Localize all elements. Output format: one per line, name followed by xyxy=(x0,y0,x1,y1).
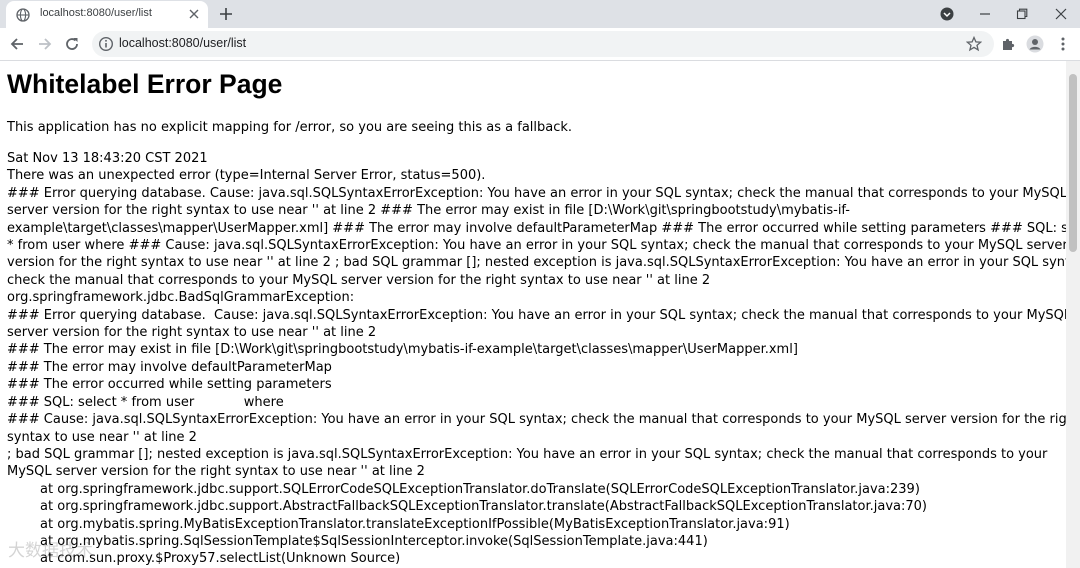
error-line: ; bad SQL grammar []; nested exception i… xyxy=(7,446,1048,462)
tab-strip: localhost:8080/user/list xyxy=(0,0,1080,28)
error-line: ### Cause: java.sql.SQLSyntaxErrorExcept… xyxy=(7,412,1066,428)
error-line: ### The error may exist in file [D:\Work… xyxy=(7,342,798,358)
error-line: example\target\classes\mapper\UserMapper… xyxy=(7,220,1066,236)
fallback-message: This application has no explicit mapping… xyxy=(7,120,573,135)
error-line: at org.springframework.jdbc.support.Abst… xyxy=(7,499,927,515)
scroll-up-arrow-icon[interactable] xyxy=(1069,65,1077,80)
tab-title: localhost:8080/user/list xyxy=(40,7,152,19)
error-line: at com.sun.proxy.$Proxy57.selectList(Unk… xyxy=(7,551,401,567)
error-line: MySQL server version for the right synta… xyxy=(7,464,425,480)
info-icon[interactable] xyxy=(98,36,114,52)
kebab-menu-icon[interactable] xyxy=(1054,35,1072,53)
error-line: check the manual that corresponds to you… xyxy=(7,272,711,288)
tab-close-icon[interactable] xyxy=(187,7,201,21)
page-viewport: Whitelabel Error Page This application h… xyxy=(0,61,1066,568)
error-line: ### Error querying database. Cause: java… xyxy=(7,307,1066,323)
error-line: ### SQL: select * from user where xyxy=(7,394,284,410)
url-text[interactable]: localhost:8080/user/list xyxy=(119,36,246,50)
browser-tab[interactable]: localhost:8080/user/list xyxy=(6,1,208,28)
error-line: at org.mybatis.spring.MyBatisExceptionTr… xyxy=(7,516,790,532)
close-window-icon[interactable] xyxy=(1052,5,1070,23)
error-line: version for the right syntax to use near… xyxy=(7,255,1066,271)
error-line: at org.springframework.jdbc.support.SQLE… xyxy=(7,481,920,497)
error-line: org.springframework.jdbc.BadSqlGrammarEx… xyxy=(7,290,355,306)
profile-icon[interactable] xyxy=(1026,35,1044,53)
forward-arrow-icon[interactable] xyxy=(36,35,54,53)
star-icon[interactable] xyxy=(965,35,983,52)
restore-icon[interactable] xyxy=(1013,5,1031,23)
error-line: at org.mybatis.spring.SqlSessionTemplate… xyxy=(7,533,708,549)
error-timestamp: Sat Nov 13 18:43:20 CST 2021 xyxy=(7,151,208,166)
error-line: ### The error may involve defaultParamet… xyxy=(7,359,332,375)
media-control-icon[interactable] xyxy=(938,5,956,23)
vertical-scrollbar[interactable] xyxy=(1066,61,1080,568)
globe-icon xyxy=(16,7,30,22)
error-details: Sat Nov 13 18:43:20 CST 2021 There was a… xyxy=(7,150,1066,568)
error-line: ### The error occurred while setting par… xyxy=(7,377,332,393)
browser-toolbar: localhost:8080/user/list xyxy=(0,28,1080,61)
puzzle-icon[interactable] xyxy=(999,35,1017,53)
reload-icon[interactable] xyxy=(63,35,81,53)
error-line: server version for the right syntax to u… xyxy=(7,203,850,219)
error-line: syntax to use near '' at line 2 xyxy=(7,429,197,445)
page-title: Whitelabel Error Page xyxy=(7,69,283,99)
address-bar[interactable]: localhost:8080/user/list xyxy=(92,31,994,57)
error-summary: There was an unexpected error (type=Inte… xyxy=(7,168,486,184)
error-line: server version for the right syntax to u… xyxy=(7,325,377,341)
error-message: ### Error querying database. Cause: java… xyxy=(7,185,1066,568)
page-content: Whitelabel Error Page This application h… xyxy=(0,69,1066,568)
back-arrow-icon[interactable] xyxy=(8,35,26,53)
minimize-icon[interactable] xyxy=(976,5,994,23)
error-line: * from user where ### Cause: java.sql.SQ… xyxy=(7,238,1066,254)
scrollbar-thumb[interactable] xyxy=(1069,74,1077,252)
error-line: ### Error querying database. Cause: java… xyxy=(7,185,1066,201)
new-tab-plus-icon[interactable] xyxy=(218,6,234,22)
